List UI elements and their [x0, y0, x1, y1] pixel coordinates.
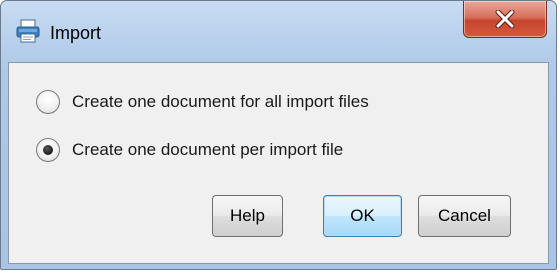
import-dialog: Import Create one document for all impor…	[0, 0, 557, 270]
cancel-button[interactable]: Cancel	[418, 195, 511, 237]
title-bar[interactable]: Import	[1, 1, 556, 61]
radio-all-files[interactable]	[36, 90, 60, 114]
option-per-file-label[interactable]: Create one document per import file	[72, 140, 343, 160]
printer-icon	[15, 18, 41, 44]
radio-per-file[interactable]	[36, 138, 60, 162]
help-button[interactable]: Help	[212, 195, 283, 237]
option-all-files-label[interactable]: Create one document for all import files	[72, 92, 369, 112]
ok-button[interactable]: OK	[323, 195, 402, 237]
option-per-file[interactable]: Create one document per import file	[36, 138, 343, 162]
radio-selected-dot	[43, 145, 53, 155]
close-button[interactable]	[463, 1, 547, 38]
dialog-title: Import	[50, 23, 102, 43]
dialog-content: Create one document for all import files…	[8, 62, 549, 264]
close-x-icon	[495, 10, 515, 28]
option-all-files[interactable]: Create one document for all import files	[36, 90, 369, 114]
